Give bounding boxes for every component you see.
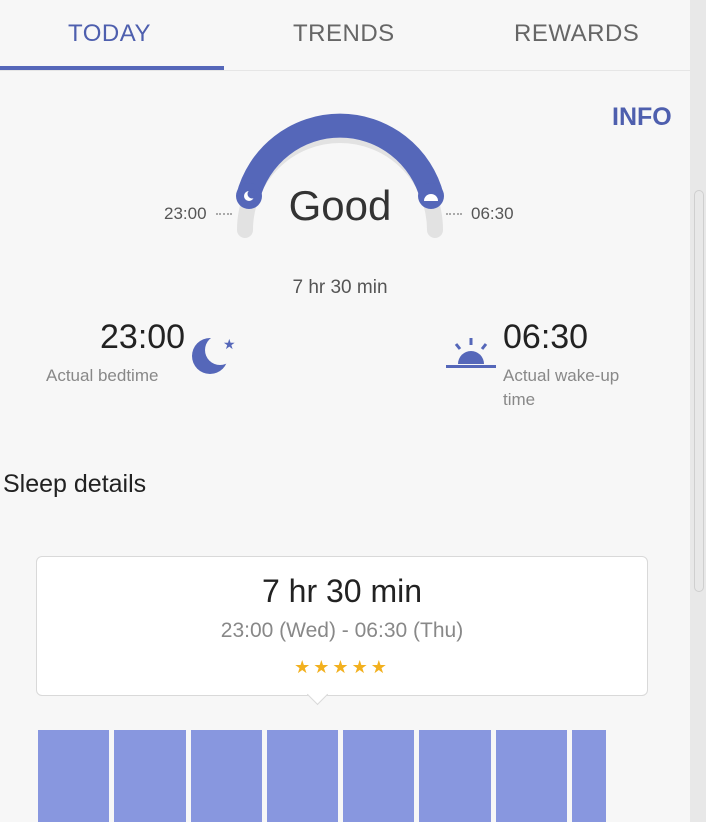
end-connector (446, 213, 462, 215)
wakeup-value: 06:30 (503, 318, 589, 356)
tab-rewards[interactable]: REWARDS (514, 20, 639, 48)
sleep-bar[interactable] (343, 730, 414, 822)
moon-star-icon: ★ (192, 335, 236, 374)
bedtime-label: Actual bedtime (46, 366, 159, 385)
sleep-bar[interactable] (572, 730, 606, 822)
info-button[interactable]: INFO (612, 103, 672, 132)
active-tab-indicator (0, 66, 224, 70)
sleep-rating: Good (288, 182, 392, 229)
wakeup-label: Actual wake-up time (503, 364, 619, 412)
sleep-bar[interactable] (191, 730, 262, 822)
sleep-bar[interactable] (114, 730, 186, 822)
edge-panel (690, 0, 706, 822)
gauge-start-time: 23:00 (164, 204, 207, 223)
sleep-bar[interactable] (38, 730, 109, 822)
rating-stars: ★★★★★ (294, 657, 390, 677)
card-time-range: 23:00 (Wed) - 06:30 (Thu) (220, 619, 464, 642)
gauge-end-time: 06:30 (471, 204, 514, 223)
edge-handle[interactable] (694, 190, 704, 592)
tab-bar: TODAY TRENDS REWARDS (0, 0, 690, 71)
wakeup-label-line2: time (503, 390, 536, 409)
tab-today[interactable]: TODAY (68, 20, 151, 48)
wakeup-label-line1: Actual wake-up (503, 366, 620, 385)
sleep-details-card[interactable]: 7 hr 30 min 23:00 (Wed) - 06:30 (Thu) ★★… (36, 556, 648, 696)
svg-text:★: ★ (223, 337, 236, 353)
sleep-bar[interactable] (496, 730, 567, 822)
tab-trends[interactable]: TRENDS (293, 20, 395, 48)
gauge-duration: 7 hr 30 min (292, 277, 388, 298)
card-duration: 7 hr 30 min (261, 573, 423, 609)
sunrise-icon (446, 338, 496, 368)
sleep-details-title: Sleep details (3, 470, 147, 498)
start-connector (216, 213, 232, 215)
sleep-bar[interactable] (419, 730, 491, 822)
bedtime-value: 23:00 (100, 318, 186, 356)
sleep-bar[interactable] (267, 730, 338, 822)
